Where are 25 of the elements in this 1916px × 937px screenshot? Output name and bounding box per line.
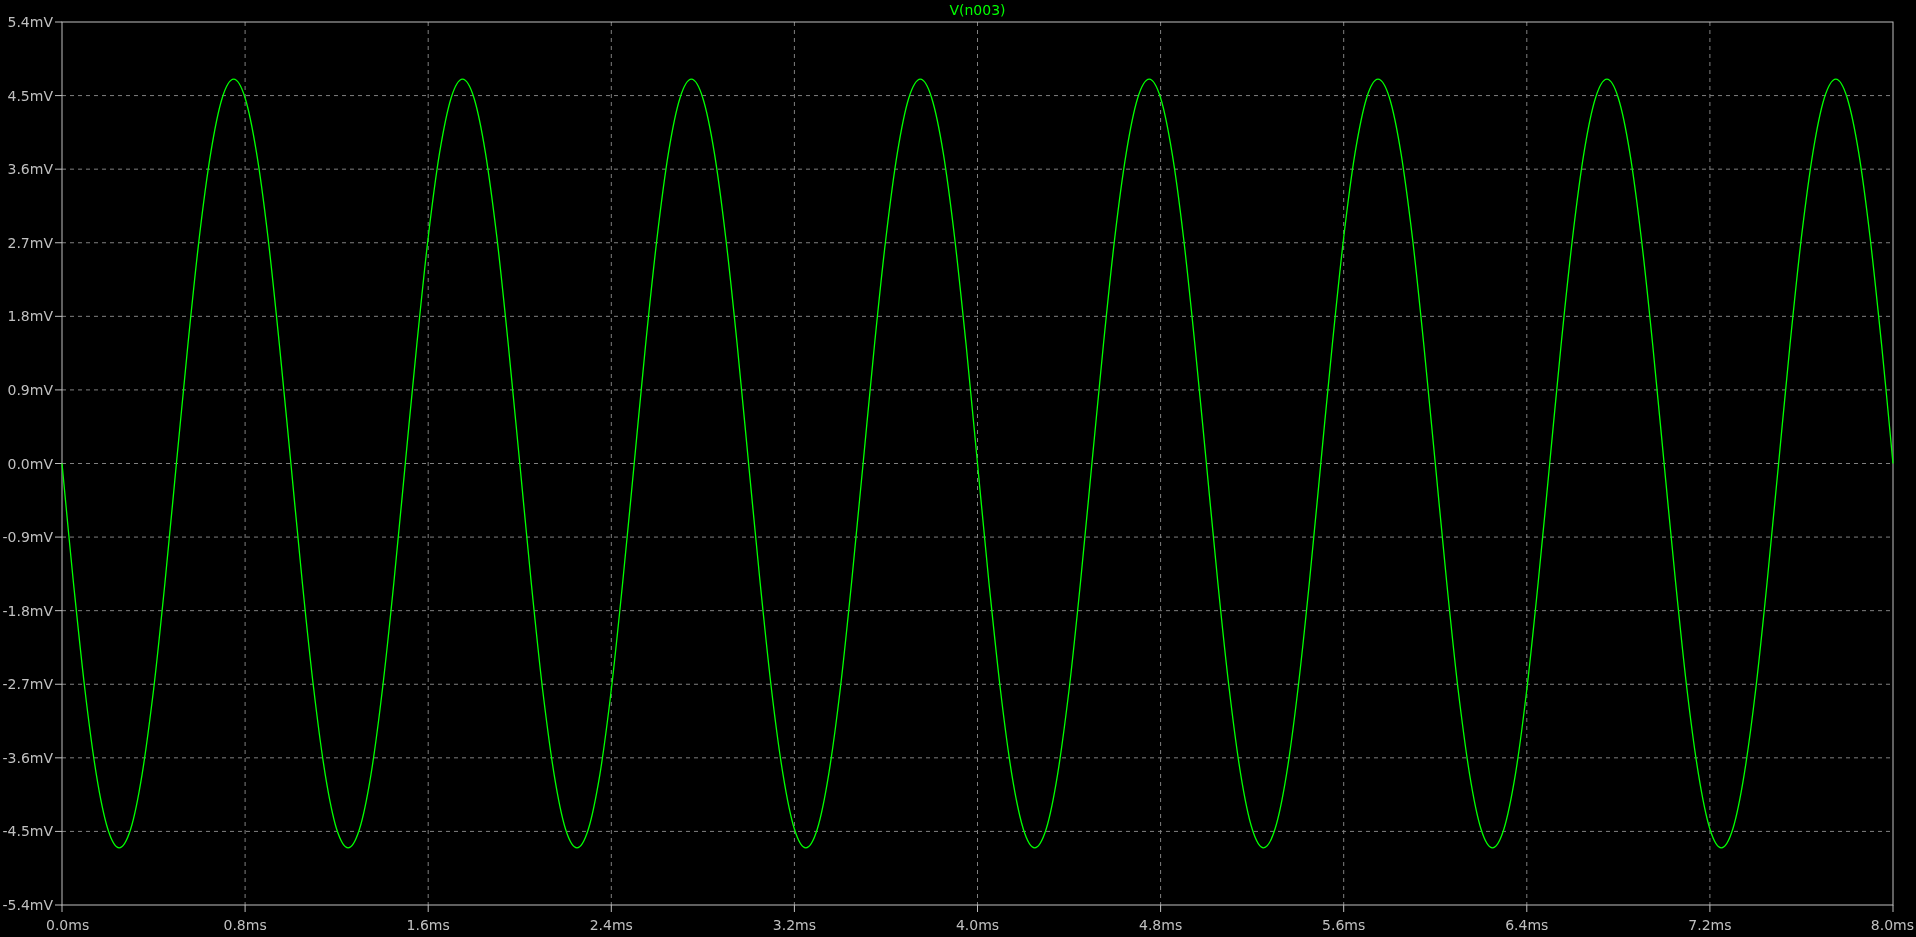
y-axis-tick-label: 1.8mV: [7, 308, 53, 325]
x-axis-tick-label: 5.6ms: [1322, 917, 1366, 933]
x-axis-tick-label: 8.0ms: [1870, 917, 1914, 933]
y-axis-tick-label: 0.9mV: [7, 381, 53, 398]
x-axis-tick-label: 4.0ms: [955, 917, 1000, 933]
y-axis-tick-label: 5.4mV: [7, 14, 53, 30]
x-axis-tick-label: 2.4ms: [589, 917, 633, 933]
y-axis-tick-label: -1.8mV: [2, 602, 53, 619]
trace-label[interactable]: V(n003): [949, 2, 1006, 18]
x-axis-tick-label: 1.6ms: [406, 917, 450, 933]
y-axis-tick-label: 2.7mV: [7, 234, 53, 251]
x-axis-tick-label: 6.4ms: [1505, 917, 1549, 933]
y-axis-tick-label: 3.6mV: [7, 161, 53, 178]
x-axis-tick-label: 0.0ms: [46, 917, 90, 933]
x-axis-tick-label: 7.2ms: [1688, 917, 1732, 933]
y-axis-tick-label: -0.9mV: [2, 529, 53, 546]
y-axis-tick-label: -5.4mV: [2, 897, 53, 913]
y-axis-tick-label: -2.7mV: [2, 676, 53, 693]
y-axis-tick-label: -4.5mV: [2, 823, 53, 840]
y-axis-tick-label: -3.6mV: [2, 749, 53, 766]
x-axis-tick-label: 3.2ms: [772, 917, 816, 933]
x-axis-tick-label: 0.8ms: [223, 917, 267, 933]
y-axis-tick-label: 4.5mV: [7, 87, 53, 104]
x-axis-tick-label: 4.8ms: [1139, 917, 1183, 933]
y-axis-tick-label: 0.0mV: [7, 455, 53, 472]
